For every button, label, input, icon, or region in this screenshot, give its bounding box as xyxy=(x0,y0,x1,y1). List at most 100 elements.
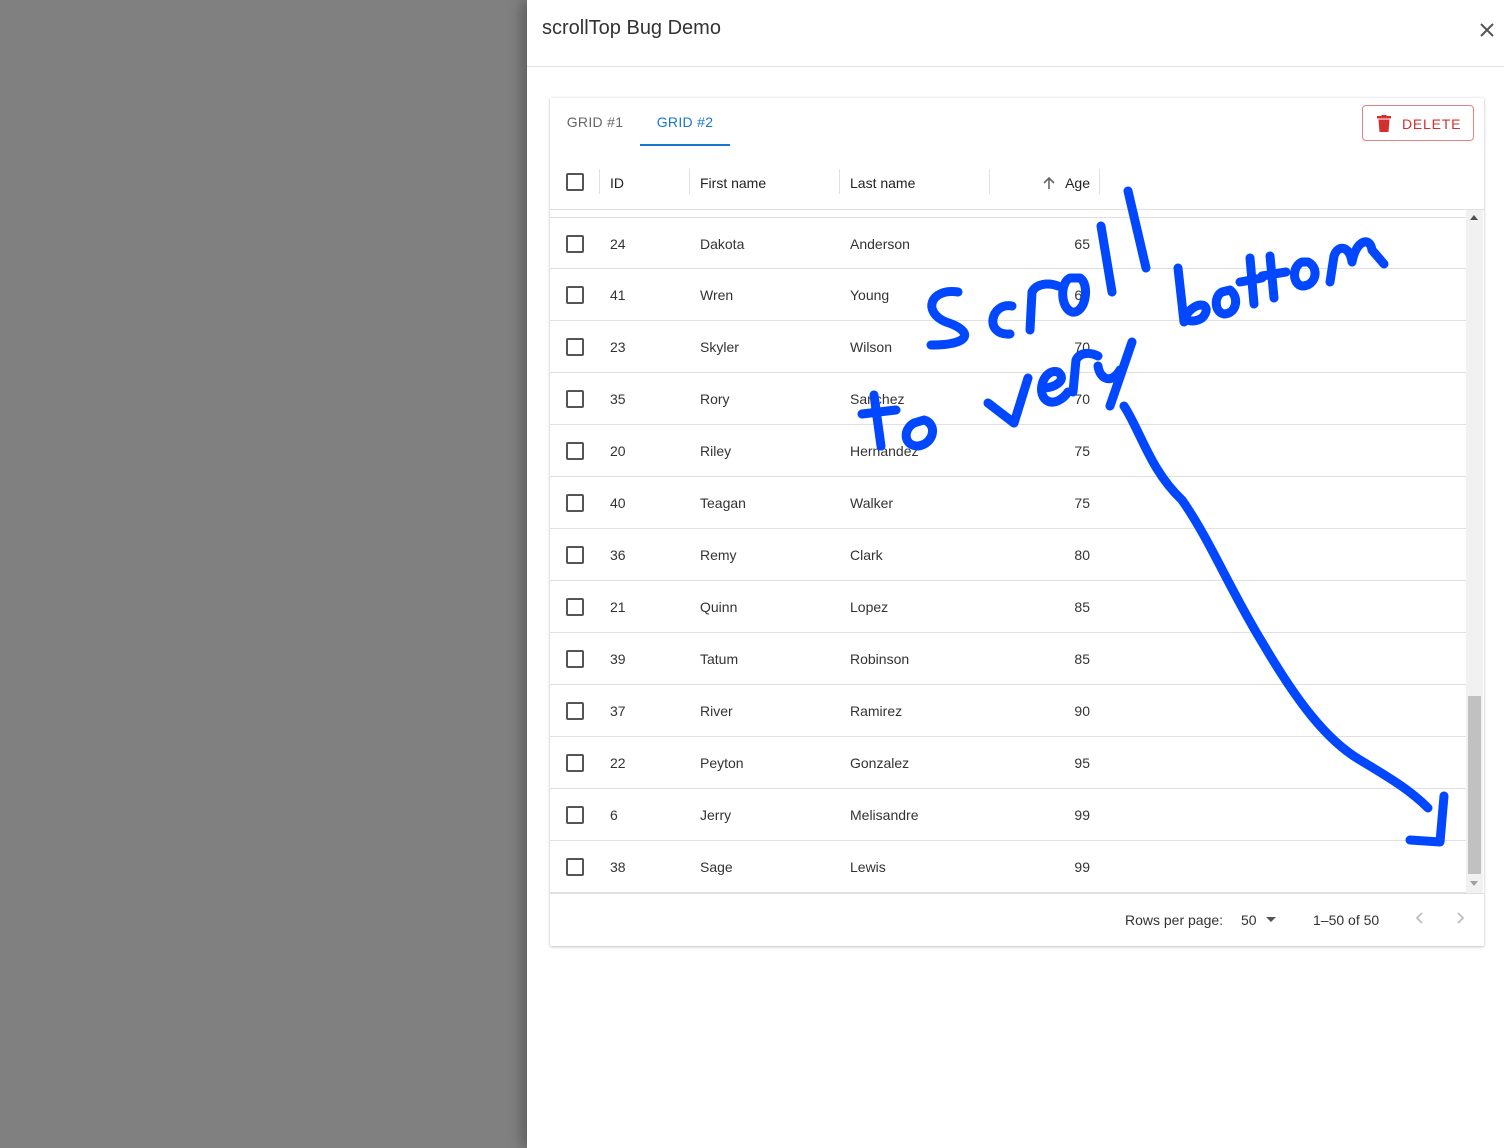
cell-age: 95 xyxy=(1074,755,1090,771)
cell-last-name: Lopez xyxy=(850,599,889,615)
table-row[interactable]: 37 River Ramirez 90 xyxy=(550,685,1466,737)
table-row[interactable]: 23 Skyler Wilson 70 xyxy=(550,321,1466,373)
trash-icon xyxy=(1377,115,1391,132)
previous-page-button[interactable] xyxy=(1408,906,1432,930)
cell-id: 38 xyxy=(610,859,626,875)
cell-age: 85 xyxy=(1074,651,1090,667)
cell-id: 21 xyxy=(610,599,626,615)
cell-id: 23 xyxy=(610,339,626,355)
column-separator[interactable] xyxy=(689,169,690,194)
drawer-title: scrollTop Bug Demo xyxy=(542,17,721,39)
cell-first-name: Riley xyxy=(700,443,732,459)
cell-last-name: Wilson xyxy=(850,339,893,355)
delete-button[interactable]: DELETE xyxy=(1362,105,1474,141)
table-row[interactable]: 22 Peyton Gonzalez 95 xyxy=(550,737,1466,789)
drawer-header: scrollTop Bug Demo xyxy=(527,0,1504,67)
select-all-checkbox[interactable] xyxy=(566,173,584,191)
cell-last-name: Walker xyxy=(850,495,894,511)
cell-first-name: Jerry xyxy=(700,807,732,823)
table-row[interactable]: 24 Dakota Anderson 65 xyxy=(550,217,1466,269)
table-row[interactable]: 6 Jerry Melisandre 99 xyxy=(550,789,1466,841)
table-row[interactable]: 21 Quinn Lopez 85 xyxy=(550,581,1466,633)
column-header-first-name[interactable]: First name xyxy=(700,156,766,210)
scroll-down-arrow-icon[interactable] xyxy=(1470,881,1478,886)
row-checkbox[interactable] xyxy=(566,754,584,772)
cell-first-name: Wren xyxy=(700,287,734,303)
modal-backdrop[interactable] xyxy=(0,0,527,1148)
cell-last-name: Anderson xyxy=(850,236,910,252)
table-row[interactable]: 38 Sage Lewis 99 xyxy=(550,841,1466,893)
column-separator[interactable] xyxy=(599,169,600,194)
table-row[interactable]: 20 Riley Hernandez 75 xyxy=(550,425,1466,477)
cell-id: 36 xyxy=(610,547,626,563)
column-separator[interactable] xyxy=(1099,169,1100,194)
close-button[interactable] xyxy=(1473,16,1501,44)
cell-id: 35 xyxy=(610,391,626,407)
row-checkbox[interactable] xyxy=(566,702,584,720)
row-checkbox[interactable] xyxy=(566,650,584,668)
row-checkbox[interactable] xyxy=(566,806,584,824)
chevron-right-icon xyxy=(1457,912,1465,924)
data-grid-card: GRID #1 GRID #2 DELETE ID First name Las… xyxy=(550,98,1484,946)
row-checkbox[interactable] xyxy=(566,390,584,408)
dropdown-caret-icon xyxy=(1266,917,1276,922)
cell-last-name: Melisandre xyxy=(850,807,919,823)
tab-grid-1[interactable]: GRID #1 xyxy=(550,98,640,146)
cell-id: 24 xyxy=(610,236,626,252)
cell-age: 75 xyxy=(1074,443,1090,459)
cell-first-name: Skyler xyxy=(700,339,739,355)
row-checkbox[interactable] xyxy=(566,235,584,253)
cell-age: 99 xyxy=(1074,859,1090,875)
column-header-last-name[interactable]: Last name xyxy=(850,156,915,210)
row-checkbox[interactable] xyxy=(566,286,584,304)
cell-first-name: Teagan xyxy=(700,495,746,511)
cell-age: 80 xyxy=(1074,547,1090,563)
table-row[interactable]: 36 Remy Clark 80 xyxy=(550,529,1466,581)
cell-first-name: Remy xyxy=(700,547,737,563)
row-checkbox[interactable] xyxy=(566,858,584,876)
scrollbar-thumb[interactable] xyxy=(1468,696,1481,874)
cell-last-name: Robinson xyxy=(850,651,910,667)
close-icon xyxy=(1480,23,1494,37)
sort-ascending-icon[interactable] xyxy=(1042,176,1056,190)
cell-age: 85 xyxy=(1074,599,1090,615)
column-header-id[interactable]: ID xyxy=(610,156,624,210)
rows-per-page-value: 50 xyxy=(1241,912,1257,928)
table-row[interactable]: 35 Rory Sanchez 70 xyxy=(550,373,1466,425)
column-separator[interactable] xyxy=(839,169,840,194)
row-checkbox[interactable] xyxy=(566,546,584,564)
delete-button-label: DELETE xyxy=(1402,116,1462,132)
cell-last-name: Young xyxy=(850,287,890,303)
cell-id: 6 xyxy=(610,807,618,823)
column-header-row: ID First name Last name Age xyxy=(550,156,1484,210)
scroll-up-arrow-icon[interactable] xyxy=(1470,215,1478,220)
tab-indicator xyxy=(640,144,730,146)
vertical-scrollbar[interactable] xyxy=(1466,210,1483,893)
cell-age: 99 xyxy=(1074,807,1090,823)
cell-age: 90 xyxy=(1074,703,1090,719)
row-checkbox[interactable] xyxy=(566,494,584,512)
pagination-range: 1–50 of 50 xyxy=(1313,912,1380,928)
row-checkbox[interactable] xyxy=(566,338,584,356)
cell-last-name: Lewis xyxy=(850,859,886,875)
row-checkbox[interactable] xyxy=(566,598,584,616)
drawer-panel: scrollTop Bug Demo GRID #1 GRID #2 DELET… xyxy=(527,0,1504,1148)
row-checkbox[interactable] xyxy=(566,442,584,460)
cell-first-name: Sage xyxy=(700,859,733,875)
tab-grid-2[interactable]: GRID #2 xyxy=(640,98,730,146)
column-header-age[interactable]: Age xyxy=(1040,156,1090,210)
grid-rows[interactable]: 24 Dakota Anderson 65 41 Wren Young 65 23 Skyler W… xyxy=(550,217,1466,893)
table-row[interactable]: 40 Teagan Walker 75 xyxy=(550,477,1466,529)
cell-age: 65 xyxy=(1074,236,1090,252)
column-separator[interactable] xyxy=(989,169,990,194)
table-row[interactable]: 39 Tatum Robinson 85 xyxy=(550,633,1466,685)
table-row[interactable]: 41 Wren Young 65 xyxy=(550,269,1466,321)
rows-per-page-select[interactable]: 50 xyxy=(1240,908,1290,932)
cell-id: 22 xyxy=(610,755,626,771)
next-page-button[interactable] xyxy=(1448,906,1472,930)
cell-first-name: Tatum xyxy=(700,651,739,667)
cell-id: 41 xyxy=(610,287,626,303)
cell-last-name: Ramirez xyxy=(850,703,903,719)
cell-first-name: Quinn xyxy=(700,599,738,615)
cell-last-name: Clark xyxy=(850,547,883,563)
